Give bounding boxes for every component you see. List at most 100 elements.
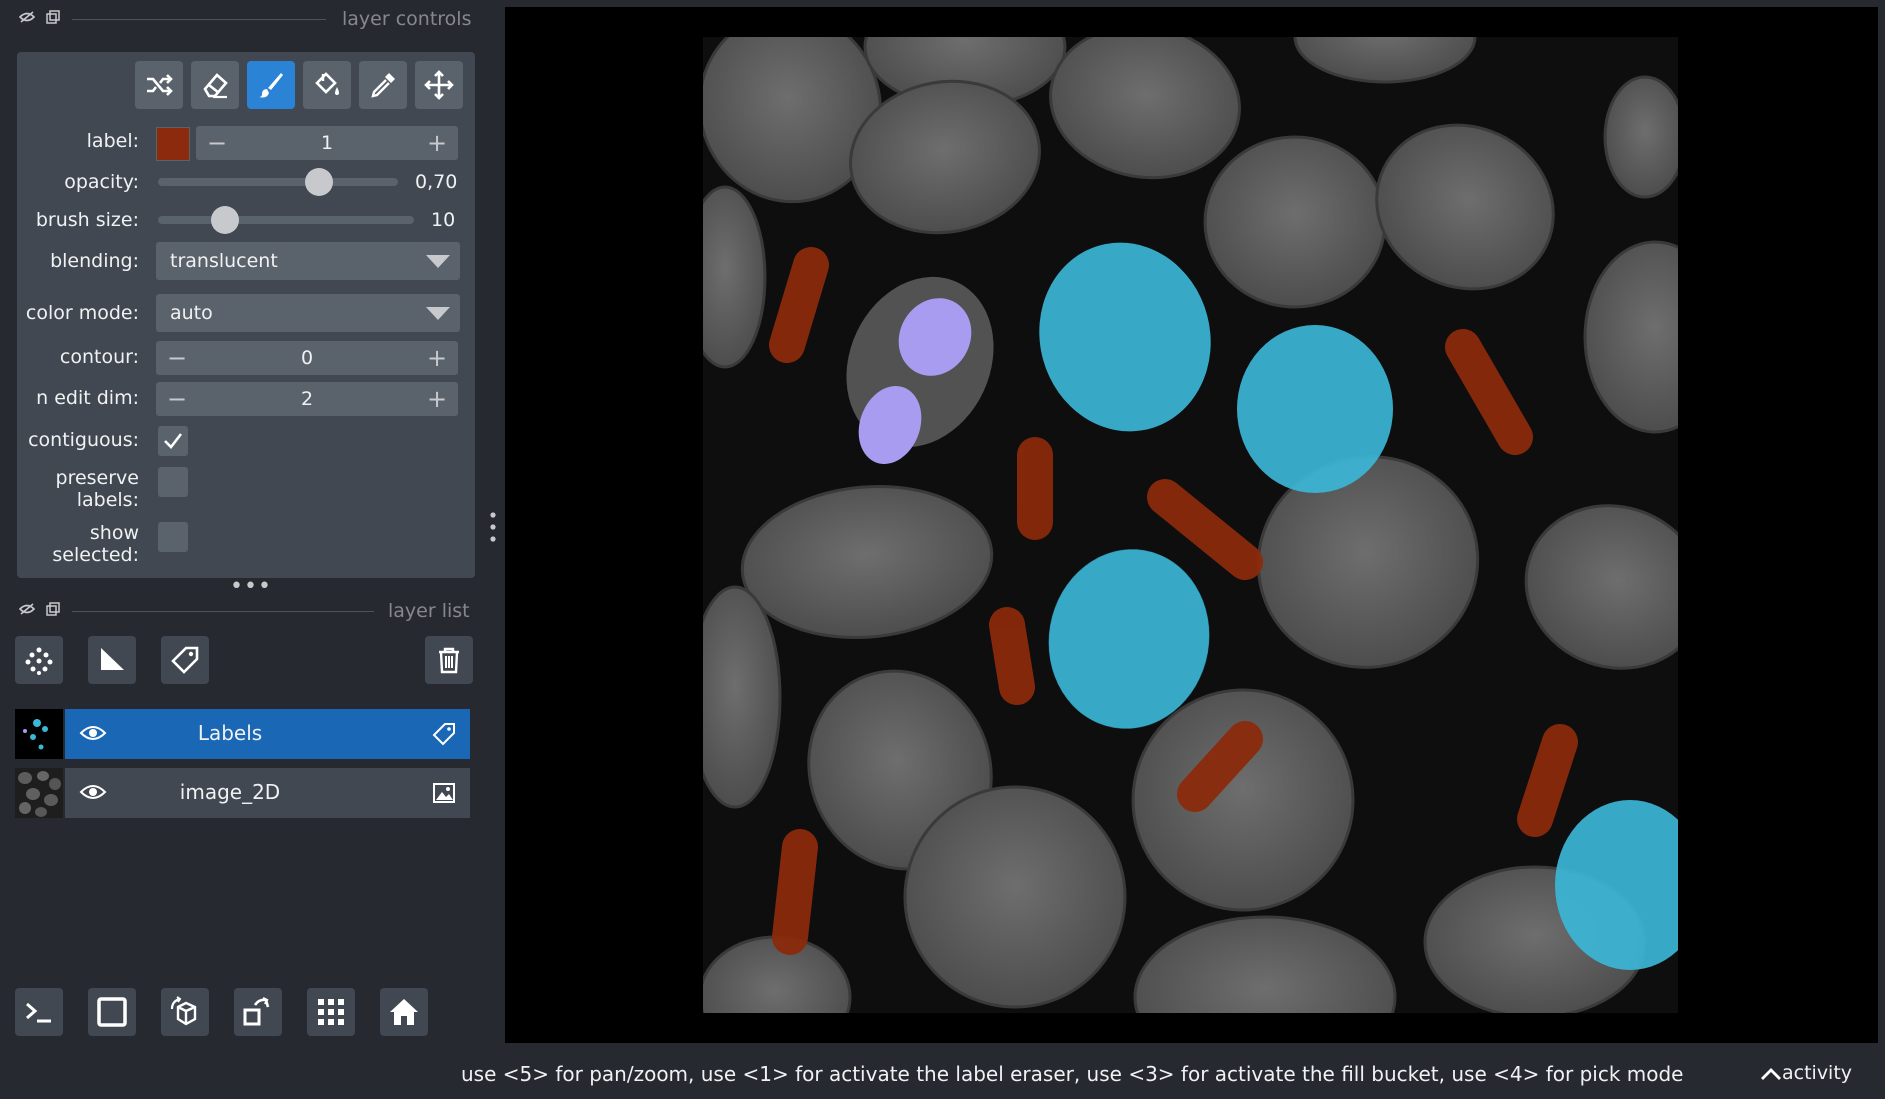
brush-stroke	[1517, 724, 1578, 837]
dock-splitter-handle[interactable]	[489, 510, 497, 544]
new-shapes-layer-button[interactable]	[88, 636, 136, 684]
label-tag-icon	[432, 722, 456, 750]
brush-size-slider-handle[interactable]	[211, 206, 239, 234]
contiguous-checkbox[interactable]	[158, 426, 188, 456]
paintbrush-icon	[259, 73, 283, 98]
status-message: use <5> for pan/zoom, use <1> for activa…	[461, 1062, 1684, 1086]
grid-view-button[interactable]	[307, 988, 355, 1036]
label-row-label: label:	[86, 130, 139, 152]
layer-body[interactable]: Labels	[65, 709, 470, 759]
n-edit-dim-spinbox[interactable]: − 2 +	[156, 382, 458, 416]
new-labels-layer-button[interactable]	[161, 636, 209, 684]
label-value: 1	[320, 132, 334, 154]
contour-value: 0	[300, 347, 314, 369]
eyedropper-icon	[371, 73, 395, 98]
shuffle-icon	[147, 74, 173, 96]
picker-button[interactable]	[359, 61, 407, 109]
fill-bucket-button[interactable]	[303, 61, 351, 109]
move-icon	[424, 70, 454, 100]
delete-layer-button[interactable]	[425, 636, 473, 684]
label-decrement-button[interactable]: −	[200, 126, 234, 160]
home-icon	[390, 999, 418, 1025]
layer-row-labels[interactable]: Labels	[15, 709, 470, 759]
label-increment-button[interactable]: +	[420, 126, 454, 160]
blending-dropdown[interactable]: translucent	[156, 242, 460, 280]
delete-layer-icon	[439, 647, 459, 674]
layer-name: image_2D	[179, 780, 281, 804]
splitter-handle-icon[interactable]: •••	[230, 574, 272, 599]
brush-size-slider[interactable]	[158, 216, 414, 224]
brush-stroke	[769, 247, 829, 363]
activity-button[interactable]: activity	[1760, 1062, 1852, 1084]
console-icon	[26, 1002, 51, 1023]
contour-decrement-button[interactable]: −	[160, 341, 194, 375]
opacity-slider-handle[interactable]	[305, 168, 333, 196]
brush-size-value: 10	[431, 209, 456, 231]
home-button[interactable]	[380, 988, 428, 1036]
hide-eye-icon[interactable]	[18, 10, 36, 28]
color-mode-dropdown[interactable]: auto	[156, 294, 460, 332]
preserve-labels-checkbox[interactable]	[158, 467, 188, 497]
activity-label: activity	[1782, 1062, 1853, 1084]
preserve-labels-line1: preserve	[55, 467, 139, 489]
new-points-layer-button[interactable]	[15, 636, 63, 684]
chevron-down-icon	[426, 255, 450, 268]
show-selected-line2: selected:	[52, 544, 139, 566]
layer-controls-panel: label: − 1 + opacity: 0,70 brush size: 1…	[17, 52, 475, 578]
brush-size-label: brush size:	[35, 209, 139, 231]
3d-cube-icon	[170, 996, 197, 1026]
opacity-slider[interactable]	[158, 178, 398, 186]
contour-increment-button[interactable]: +	[420, 341, 454, 375]
header-divider	[72, 611, 374, 612]
left-dock: layer controls label: − 1 + opacity: 0,7…	[0, 0, 504, 1045]
color-mode-label: color mode:	[25, 302, 139, 324]
chevron-down-icon	[426, 307, 450, 320]
brush-stroke	[772, 829, 818, 955]
contour-label: contour:	[59, 346, 139, 368]
rotate-icon	[243, 997, 270, 1026]
opacity-label: opacity:	[64, 171, 139, 193]
layer-body[interactable]: image_2D	[65, 768, 470, 818]
image-2d-thumbnail	[15, 768, 63, 818]
label-spinbox[interactable]: − 1 +	[196, 126, 458, 160]
layer-list-header: layer list	[388, 600, 470, 622]
paintbrush-button[interactable]	[247, 61, 295, 109]
eraser-icon	[203, 73, 228, 99]
ndisplay-button[interactable]	[88, 988, 136, 1036]
roll-dims-button[interactable]	[161, 988, 209, 1036]
viewer-canvas[interactable]	[505, 7, 1878, 1043]
blending-value: translucent	[170, 250, 278, 272]
transpose-button[interactable]	[234, 988, 282, 1036]
shuffle-colors-button[interactable]	[135, 61, 183, 109]
float-panel-icon[interactable]	[46, 602, 60, 620]
preserve-labels-label: preserve labels:	[56, 467, 139, 511]
float-panel-icon[interactable]	[46, 10, 60, 28]
grid-icon	[318, 999, 344, 1025]
layer-name: Labels	[197, 721, 263, 745]
image-icon	[432, 781, 456, 809]
header-divider	[72, 19, 326, 20]
checkmark-icon	[164, 433, 183, 449]
n-edit-dim-increment-button[interactable]: +	[420, 382, 454, 416]
show-selected-checkbox[interactable]	[158, 522, 188, 552]
opacity-value: 0,70	[415, 171, 458, 193]
labels-thumbnail	[15, 709, 63, 759]
console-button[interactable]	[15, 988, 63, 1036]
new-points-icon	[25, 647, 53, 675]
fill-bucket-icon	[315, 72, 339, 95]
n-edit-dim-decrement-button[interactable]: −	[160, 382, 194, 416]
status-bar: use <5> for pan/zoom, use <1> for activa…	[0, 1045, 1885, 1099]
label-color-swatch[interactable]	[156, 127, 190, 161]
brush-stroke	[989, 607, 1035, 705]
eraser-button[interactable]	[191, 61, 239, 109]
layer-row-image-2d[interactable]: image_2D	[15, 768, 470, 818]
color-mode-value: auto	[170, 302, 213, 324]
new-labels-icon	[171, 646, 199, 674]
blending-label: blending:	[50, 250, 139, 272]
n-edit-dim-label: n edit dim:	[36, 387, 139, 409]
contour-spinbox[interactable]: − 0 +	[156, 341, 458, 375]
pan-zoom-button[interactable]	[415, 61, 463, 109]
show-selected-line1: show	[89, 522, 139, 544]
contiguous-label: contiguous:	[28, 429, 139, 451]
hide-eye-icon[interactable]	[18, 602, 36, 620]
